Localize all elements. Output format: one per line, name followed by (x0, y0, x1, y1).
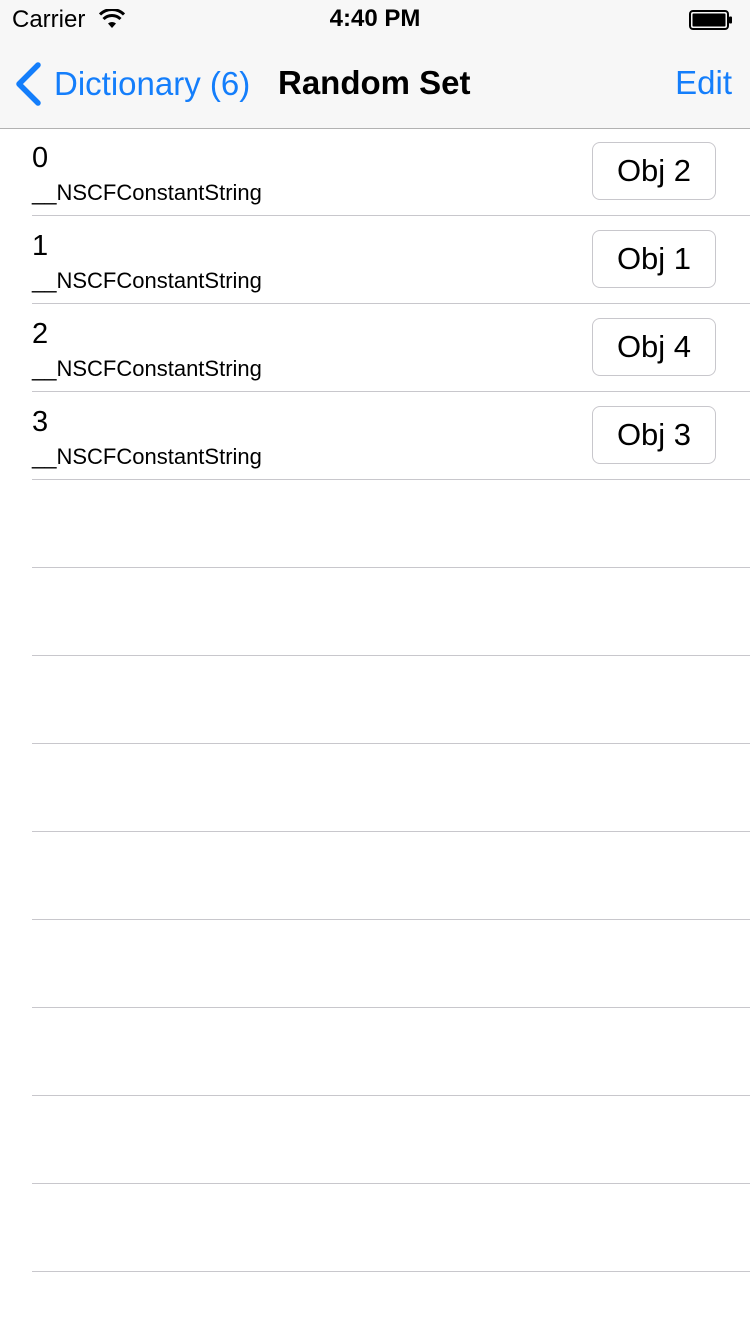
empty-table-row (32, 480, 750, 568)
row-title: 3 (32, 406, 49, 438)
object-button[interactable]: Obj 1 (592, 230, 716, 288)
row-subtitle: __NSCFConstantString (32, 268, 262, 293)
empty-table-row (32, 744, 750, 832)
navigation-bar: Dictionary (6) Random Set Edit (0, 40, 750, 129)
table-row[interactable]: 1 __NSCFConstantString Obj 1 (32, 216, 750, 304)
empty-table-row (32, 920, 750, 1008)
object-button[interactable]: Obj 2 (592, 142, 716, 200)
row-title: 1 (32, 230, 49, 262)
empty-table-row (32, 832, 750, 920)
battery-icon (689, 10, 732, 30)
empty-table-row (32, 568, 750, 656)
row-subtitle: __NSCFConstantString (32, 444, 262, 469)
object-button[interactable]: Obj 4 (592, 318, 716, 376)
empty-table-row (32, 656, 750, 744)
empty-table-row (32, 1008, 750, 1096)
table-row[interactable]: 3 __NSCFConstantString Obj 3 (32, 392, 750, 480)
edit-button[interactable]: Edit (675, 64, 732, 102)
empty-table-row (32, 1184, 750, 1272)
row-subtitle: __NSCFConstantString (32, 180, 262, 205)
row-title: 2 (32, 318, 49, 350)
status-time: 4:40 PM (329, 5, 421, 32)
chevron-left-icon (16, 62, 41, 106)
row-title: 0 (32, 142, 49, 174)
status-bar: Carrier 4:40 PM (0, 0, 750, 40)
back-button[interactable]: Dictionary (6) (14, 62, 250, 106)
table-row[interactable]: 2 __NSCFConstantString Obj 4 (32, 304, 750, 392)
object-button[interactable]: Obj 3 (592, 406, 716, 464)
page-title: Random Set (278, 64, 471, 101)
empty-table-row (32, 1096, 750, 1184)
table-view[interactable]: 0 __NSCFConstantString Obj 2 1 __NSCFCon… (0, 128, 750, 1272)
table-row[interactable]: 0 __NSCFConstantString Obj 2 (32, 128, 750, 216)
back-button-label: Dictionary (6) (54, 65, 251, 102)
row-subtitle: __NSCFConstantString (32, 356, 262, 381)
